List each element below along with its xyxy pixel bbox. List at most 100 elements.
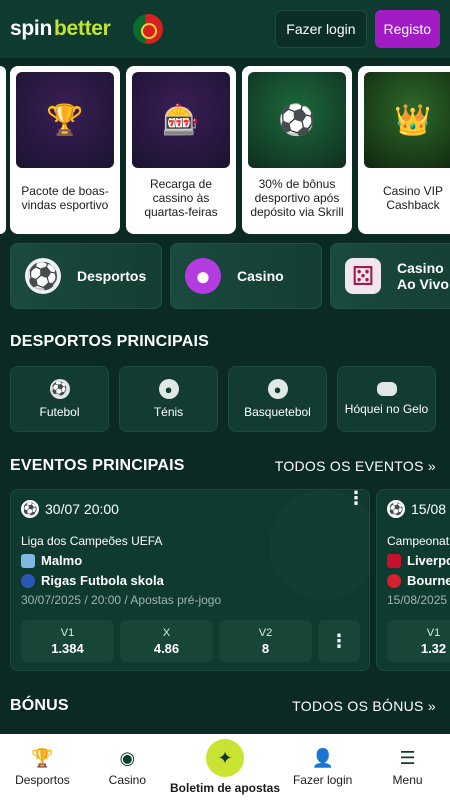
odd-button-x[interactable]: X 4.86	[120, 620, 213, 662]
football-icon: ⚽	[49, 379, 70, 399]
category-label: Casino	[237, 268, 284, 284]
hamburger-icon: ☰	[399, 747, 416, 768]
promo-card-partial[interactable]	[0, 66, 6, 234]
register-button[interactable]: Registo	[374, 10, 440, 48]
hockey-puck-icon	[376, 382, 397, 396]
team-badge-icon	[21, 553, 35, 568]
odd-value: 4.86	[153, 640, 180, 656]
odd-button-v1[interactable]: V1 1.384	[21, 620, 114, 662]
all-bonus-label: TODOS OS BÓNUS	[292, 698, 424, 714]
promo-card[interactable]: 👑 Casino VIP Cashback	[358, 66, 450, 234]
bet-slip-icon: ✦	[206, 739, 244, 777]
section-title-main-events: EVENTOS PRINCIPAIS	[10, 457, 185, 474]
skrill-icon: ⚽	[248, 72, 346, 168]
event-league: Campeonat	[387, 534, 450, 548]
casino-chip-icon: ●	[185, 258, 221, 294]
trophy-icon: 🏆	[31, 747, 54, 768]
nav-bet-slip[interactable]: ✦ Boletim de apostas	[170, 734, 280, 800]
event-team-home: Malmo	[21, 553, 359, 568]
event-card[interactable]: ⚽ 15/08 Campeonat Liverpo Bourne 15/08/2…	[376, 489, 450, 671]
sport-label: Hóquei no Gelo	[344, 402, 429, 416]
events-carousel[interactable]: ⚽ 30/07 20:00 ⋮ Liga dos Campeões UEFA M…	[10, 489, 450, 671]
team-name: Liverpo	[407, 553, 450, 568]
nav-casino[interactable]: ◉ Casino	[85, 734, 170, 800]
sports-tiles: ⚽ Futebol ● Ténis ● Basquetebol Hóquei n…	[10, 366, 450, 432]
nav-label: Boletim de apostas	[169, 781, 281, 795]
promo-card[interactable]: 🎰 Recarga de cassino às quartas-feiras	[126, 66, 236, 234]
odd-value: 1.384	[51, 640, 84, 656]
portugal-flag-icon[interactable]	[132, 14, 163, 44]
odd-label: V1	[60, 626, 75, 639]
casino-chip-icon: ◉	[119, 747, 136, 768]
soccer-ball-icon: ⚽	[387, 500, 405, 518]
promo-text: 30% de bônus desportivo após depósito vi…	[250, 177, 344, 219]
nav-label: Casino	[108, 773, 147, 787]
event-date: 15/08	[411, 501, 447, 517]
team-name: Malmo	[41, 553, 83, 568]
odds-row: V1 1.384 X 4.86 V2 8 ⋮	[21, 620, 360, 662]
category-casino-button[interactable]: ● Casino	[170, 243, 322, 309]
slot-777-icon: 🎰	[132, 72, 230, 168]
sport-tile-hockey[interactable]: Hóquei no Gelo	[337, 366, 436, 432]
sport-tile-football[interactable]: ⚽ Futebol	[10, 366, 109, 432]
trophy-icon: 🏆	[16, 72, 114, 168]
nav-menu[interactable]: ☰ Menu	[365, 734, 450, 800]
category-label: Casino Ao Vivo	[397, 260, 449, 292]
event-team-home: Liverpo	[387, 553, 450, 568]
bottom-navigation: 🏆 Desportos ◉ Casino ✦ Boletim de aposta…	[0, 734, 450, 800]
promo-carousel[interactable]: 🏆 Pacote de boas-vindas esportivo 🎰 Reca…	[0, 66, 450, 234]
category-sports-button[interactable]: ⚽ Desportos	[10, 243, 162, 309]
category-live-casino-button[interactable]: ⚄ Casino Ao Vivo	[330, 243, 450, 309]
more-options-icon[interactable]: ⋮	[347, 490, 365, 507]
category-label: Desportos	[77, 268, 147, 284]
nav-label: Desportos	[15, 773, 70, 787]
nav-label: Fazer login	[292, 773, 353, 787]
more-odds-icon[interactable]: ⋮	[318, 620, 360, 662]
sport-tile-tennis[interactable]: ● Ténis	[119, 366, 218, 432]
double-chevron-right-icon: »	[427, 458, 436, 474]
user-icon: 👤	[311, 747, 334, 768]
event-team-away: Bourne	[387, 573, 450, 588]
login-button[interactable]: Fazer login	[275, 10, 367, 48]
odds-row: V1 1.32	[387, 620, 450, 662]
event-team-away: Rigas Futbola skola	[21, 573, 359, 588]
category-bar: ⚽ Desportos ● Casino ⚄ Casino Ao Vivo	[10, 243, 450, 309]
nav-login[interactable]: 👤 Fazer login	[280, 734, 365, 800]
crown-icon: 👑	[364, 72, 450, 168]
event-date: 30/07 20:00	[45, 501, 119, 517]
promo-text: Casino VIP Cashback	[382, 184, 444, 212]
team-name: Rigas Futbola skola	[41, 573, 164, 588]
logo-better-text: better	[53, 17, 111, 40]
spinbetter-logo[interactable]: spin better	[10, 17, 111, 41]
sport-label: Futebol	[39, 405, 80, 419]
odd-value: 1.32	[420, 640, 447, 656]
sport-label: Ténis	[153, 405, 184, 419]
odd-button-v2[interactable]: V2 8	[219, 620, 312, 662]
team-name: Bourne	[407, 573, 450, 588]
tennis-icon: ●	[158, 379, 179, 399]
all-bonus-link[interactable]: TODOS OS BÓNUS »	[292, 698, 436, 714]
all-events-label: TODOS OS EVENTOS	[274, 458, 424, 474]
odd-label: X	[162, 626, 171, 639]
soccer-ball-icon: ⚽	[25, 258, 61, 294]
team-badge-icon	[387, 573, 401, 588]
section-title-bonus: BÓNUS	[10, 697, 69, 714]
promo-text: Recarga de cassino às quartas-feiras	[144, 177, 218, 219]
odd-label: V2	[258, 626, 273, 639]
logo-spin-text: spin	[10, 17, 52, 40]
section-title-main-sports: DESPORTOS PRINCIPAIS	[10, 333, 209, 350]
team-badge-icon	[21, 573, 35, 588]
dice-icon: ⚄	[345, 258, 381, 294]
nav-sports[interactable]: 🏆 Desportos	[0, 734, 85, 800]
promo-card[interactable]: ⚽ 30% de bônus desportivo após depósito …	[242, 66, 352, 234]
event-card[interactable]: ⚽ 30/07 20:00 ⋮ Liga dos Campeões UEFA M…	[10, 489, 370, 671]
event-header: ⚽ 15/08	[387, 500, 450, 518]
sport-tile-basketball[interactable]: ● Basquetebol	[228, 366, 327, 432]
all-events-link[interactable]: TODOS OS EVENTOS »	[275, 458, 436, 474]
double-chevron-right-icon: »	[427, 698, 436, 714]
nav-label: Menu	[392, 773, 423, 787]
team-badge-icon	[387, 553, 401, 568]
promo-card[interactable]: 🏆 Pacote de boas-vindas esportivo	[10, 66, 120, 234]
odd-button-v1[interactable]: V1 1.32	[387, 620, 450, 662]
event-header: ⚽ 30/07 20:00	[21, 500, 359, 518]
